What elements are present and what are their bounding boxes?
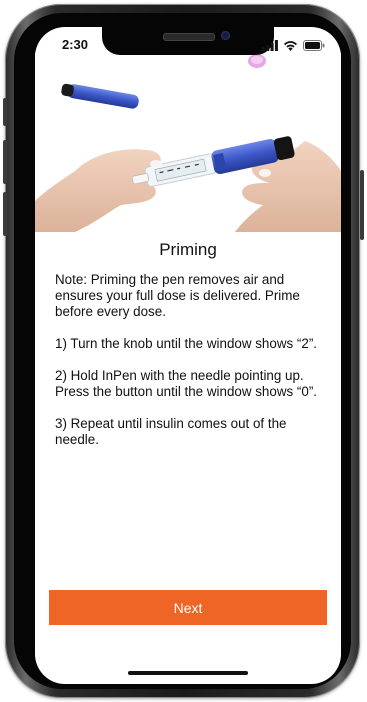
step-2: 2) Hold InPen with the needle pointing u… [55,368,317,399]
instructions: Note: Priming the pen removes air and en… [55,272,330,464]
mute-switch [3,98,7,126]
hero-image [35,51,341,232]
priming-note: Note: Priming the pen removes air and en… [55,272,300,319]
status-icons [262,38,325,56]
home-indicator[interactable] [128,671,248,675]
insulin-pen-priming-illustration [35,54,341,232]
step-3: 3) Repeat until insulin comes out of the… [55,416,287,447]
page-title: Priming [159,240,217,259]
volume-up-button [3,140,7,184]
volume-down-button [3,192,7,236]
battery-icon [303,38,325,56]
power-button [360,170,364,240]
next-button[interactable]: Next [49,590,327,625]
wifi-icon [283,38,298,56]
step-1: 1) Turn the knob until the window shows … [55,336,317,351]
pen-cap [61,83,139,109]
screen: 2:30 Priming Note: Priming the pen remov… [35,27,341,684]
status-time: 2:30 [62,37,89,52]
cellular-signal-icon [262,38,278,56]
status-bar: 2:30 [35,27,341,57]
